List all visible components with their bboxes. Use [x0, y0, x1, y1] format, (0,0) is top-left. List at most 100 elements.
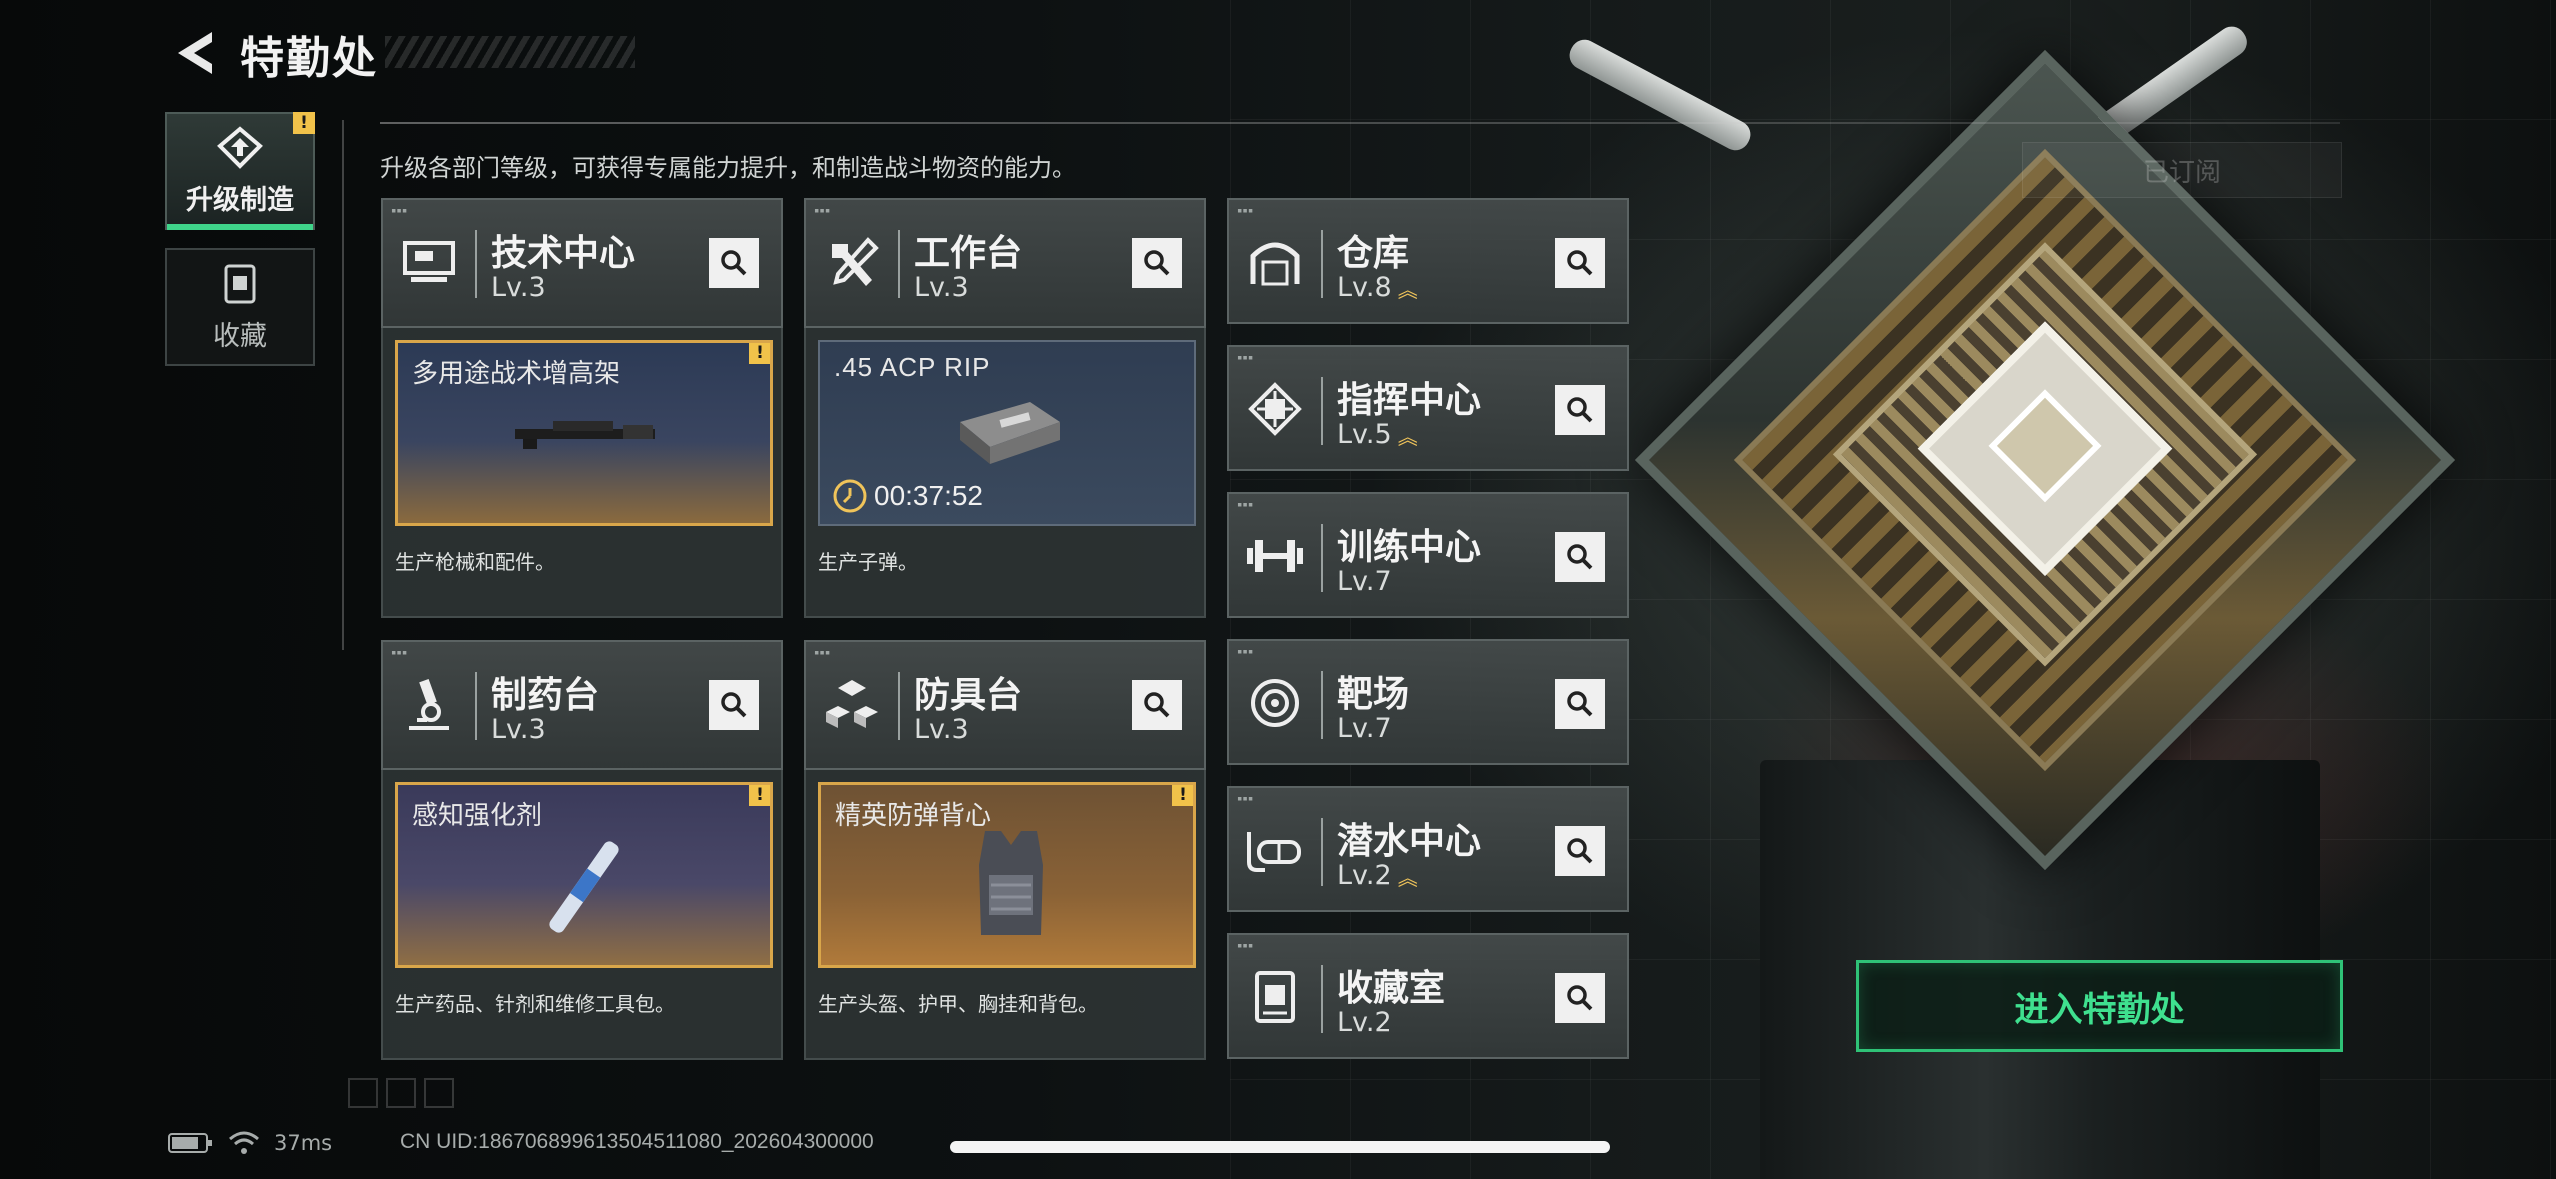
facility-collection-room[interactable]: ▪▪▪ 收藏室 Lv.2 — [1227, 933, 1629, 1059]
slot-item-name: 感知强化剂 — [412, 801, 543, 831]
facility-diving-center[interactable]: ▪▪▪ 潜水中心 Lv.2 ︽ — [1227, 786, 1629, 912]
search-icon — [1567, 397, 1593, 423]
bottom-decoration — [348, 1078, 454, 1108]
search-icon — [1144, 250, 1170, 276]
magnify-button[interactable] — [1555, 826, 1605, 876]
divider — [342, 120, 344, 650]
production-slot[interactable]: .45 ACP RIP 00:37:52 — [818, 340, 1196, 526]
magnify-button[interactable] — [1555, 973, 1605, 1023]
station-tag: ▪▪▪ — [391, 648, 408, 658]
search-icon — [1144, 692, 1170, 718]
production-panel-workbench: .45 ACP RIP 00:37:52 生产子弹。 — [804, 328, 1206, 618]
station-tag: ▪▪▪ — [1237, 647, 1254, 657]
facility-command-center[interactable]: ▪▪▪ 指挥中心 Lv.5 ︽ — [1227, 345, 1629, 471]
station-level: Lv.3 — [491, 714, 546, 745]
magnify-button[interactable] — [1132, 238, 1182, 288]
separator — [475, 672, 477, 740]
station-tag: ▪▪▪ — [1237, 500, 1254, 510]
slot-item-name: 多用途战术增高架 — [412, 359, 621, 389]
slot-item-name: .45 ACP RIP — [834, 352, 991, 382]
section-description: 升级各部门等级，可获得专属能力提升，和制造战斗物资的能力。 — [380, 154, 1076, 182]
station-tag: ▪▪▪ — [1237, 353, 1254, 363]
alert-badge: ! — [749, 343, 770, 364]
search-icon — [1567, 985, 1593, 1011]
facility-warehouse[interactable]: ▪▪▪ 仓库 Lv.8 ︽ — [1227, 198, 1629, 324]
magnify-button[interactable] — [1555, 385, 1605, 435]
production-slot[interactable]: 感知强化剂 ! — [395, 782, 773, 968]
facility-target-range[interactable]: ▪▪▪ 靶场 Lv.7 — [1227, 639, 1629, 765]
station-tag: ▪▪▪ — [1237, 206, 1254, 216]
nav-tab-label: 收藏 — [213, 320, 267, 352]
separator — [1321, 671, 1323, 739]
magnify-button[interactable] — [1555, 532, 1605, 582]
station-tech-center[interactable]: ▪▪▪ 技术中心 Lv.3 — [381, 198, 783, 328]
facility-level-text: Lv.2 — [1337, 860, 1392, 891]
ping-text: 37ms — [274, 1131, 333, 1155]
home-indicator[interactable] — [950, 1141, 1610, 1153]
station-tag: ▪▪▪ — [1237, 794, 1254, 804]
station-name: 工作台 — [914, 233, 1023, 274]
nav-tab-upgrade-craft[interactable]: 升级制造 ! — [165, 112, 315, 230]
station-caption: 生产头盔、护甲、胸挂和背包。 — [818, 992, 1098, 1016]
separator — [1321, 377, 1323, 445]
upgrade-available-icon: ︽ — [1397, 425, 1418, 449]
facility-level-text: Lv.8 — [1337, 272, 1392, 303]
page-title: 特勤处 — [240, 33, 378, 84]
magnify-button[interactable] — [709, 680, 759, 730]
station-tag: ▪▪▪ — [391, 206, 408, 216]
station-workbench[interactable]: ▪▪▪ 工作台 Lv.3 — [804, 198, 1206, 328]
status-bar: 37ms — [168, 1130, 332, 1156]
facility-level: Lv.5 ︽ — [1337, 419, 1418, 450]
ammo-box-image — [960, 402, 1060, 464]
station-caption: 生产枪械和配件。 — [395, 550, 555, 574]
slot-item-name: 精英防弹背心 — [835, 801, 992, 831]
station-caption: 生产药品、针剂和维修工具包。 — [395, 992, 675, 1016]
search-icon — [721, 692, 747, 718]
facility-name: 训练中心 — [1337, 527, 1482, 568]
station-tag: ▪▪▪ — [814, 648, 831, 658]
subscribed-button[interactable]: 已订阅 — [2022, 142, 2342, 198]
search-icon — [1567, 838, 1593, 864]
workbench-icon — [818, 228, 886, 296]
production-slot[interactable]: 多用途战术增高架 ! — [395, 340, 773, 526]
station-level: Lv.3 — [914, 714, 969, 745]
separator — [1321, 965, 1323, 1033]
separator — [1321, 230, 1323, 298]
production-slot[interactable]: 精英防弹背心 ! — [818, 782, 1196, 968]
facility-name: 指挥中心 — [1337, 380, 1482, 421]
facility-level: Lv.8 ︽ — [1337, 272, 1418, 303]
facility-training-center[interactable]: ▪▪▪ 训练中心 Lv.7 — [1227, 492, 1629, 618]
facility-name: 收藏室 — [1337, 968, 1446, 1009]
separator — [1321, 818, 1323, 886]
magnify-button[interactable] — [1132, 680, 1182, 730]
station-tag: ▪▪▪ — [1237, 941, 1254, 951]
tech-center-icon — [395, 228, 463, 296]
alert-badge: ! — [293, 112, 315, 134]
production-panel-armor-bench: 精英防弹背心 ! 生产头盔、护甲、胸挂和背包。 — [804, 770, 1206, 1060]
alert-badge: ! — [1172, 785, 1193, 806]
station-armor-bench[interactable]: ▪▪▪ 防具台 Lv.3 — [804, 640, 1206, 770]
magnify-button[interactable] — [1555, 679, 1605, 729]
nav-tab-collection[interactable]: 收藏 — [165, 248, 315, 366]
station-caption: 生产子弹。 — [818, 550, 918, 574]
station-name: 制药台 — [491, 675, 600, 716]
injector-image — [549, 841, 619, 933]
warehouse-icon — [1241, 228, 1309, 296]
search-icon — [721, 250, 747, 276]
station-level: Lv.3 — [491, 272, 546, 303]
separator — [475, 230, 477, 298]
station-pharmacy[interactable]: ▪▪▪ 制药台 Lv.3 — [381, 640, 783, 770]
facility-level: Lv.7 — [1337, 713, 1392, 744]
command-center-icon — [1241, 375, 1309, 443]
station-tag: ▪▪▪ — [814, 206, 831, 216]
upgrade-icon — [217, 125, 263, 169]
alert-badge: ! — [749, 785, 770, 806]
facility-name: 仓库 — [1337, 233, 1410, 274]
back-button[interactable] — [165, 26, 225, 80]
target-range-icon — [1241, 669, 1309, 737]
enter-special-ops-button[interactable]: 进入特勤处 — [1856, 960, 2343, 1052]
magnify-button[interactable] — [1555, 238, 1605, 288]
divider — [380, 122, 2340, 124]
magnify-button[interactable] — [709, 238, 759, 288]
upgrade-available-icon: ︽ — [1397, 278, 1418, 302]
